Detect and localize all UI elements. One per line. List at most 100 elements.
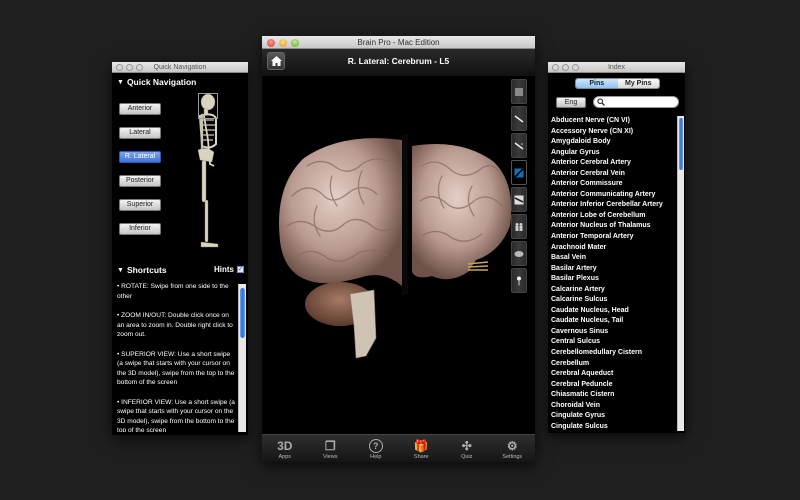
- disclosure-triangle-icon: ▼: [117, 266, 124, 274]
- slice-icon: [514, 195, 524, 205]
- view-title: R. Lateral: Cerebrum - L5: [347, 56, 450, 66]
- tool-button-pin[interactable]: [511, 268, 527, 293]
- language-button[interactable]: Eng: [556, 97, 586, 108]
- zoom-button[interactable]: [572, 64, 579, 71]
- index-list-item[interactable]: Basilar Artery: [551, 264, 677, 275]
- tab-label: Views: [322, 454, 338, 460]
- gift-icon: 🎁: [413, 438, 429, 453]
- view-button-superior[interactable]: Superior: [119, 199, 161, 211]
- brainstem[interactable]: [349, 289, 377, 359]
- index-list-item[interactable]: Cavernous Sinus: [551, 327, 677, 338]
- main-titlebar[interactable]: Brain Pro - Mac Edition: [262, 36, 535, 49]
- index-scrollbar[interactable]: [677, 116, 684, 431]
- tab-label: Settings: [502, 454, 523, 460]
- tool-button-brain[interactable]: [511, 241, 527, 266]
- tab-quiz[interactable]: ✣ Quiz: [447, 437, 487, 461]
- shortcuts-scrollbar[interactable]: [238, 284, 246, 432]
- view-button-lateral[interactable]: Lateral: [119, 127, 161, 139]
- hints-toggle[interactable]: Hints ✓: [214, 265, 244, 274]
- tab-settings[interactable]: ⚙ Settings: [492, 437, 532, 461]
- scrollbar-thumb[interactable]: [679, 118, 683, 170]
- brain-pro-main-window: Brain Pro - Mac Edition R. Lateral: Cere…: [262, 36, 535, 462]
- gear-icon: ⚙: [506, 438, 518, 453]
- view-button-anterior[interactable]: Anterior: [119, 103, 161, 115]
- index-titlebar[interactable]: Index: [548, 62, 685, 73]
- tool-button-scalpel[interactable]: [511, 106, 527, 131]
- minimize-button[interactable]: [279, 39, 287, 47]
- index-list-item[interactable]: Caudate Nucleus, Head: [551, 306, 677, 317]
- index-list-item[interactable]: Angular Gyrus: [551, 148, 677, 159]
- tab-help[interactable]: ? Help: [356, 437, 396, 460]
- tab-my-pins[interactable]: My Pins: [617, 79, 659, 88]
- tab-pins[interactable]: Pins: [576, 79, 618, 88]
- close-button[interactable]: [116, 64, 123, 71]
- index-list-item[interactable]: Anterior Cerebral Vein: [551, 169, 677, 180]
- tab-apps[interactable]: 3D Apps: [265, 437, 305, 461]
- index-list-item[interactable]: Anterior Nucleus of Thalamus: [551, 221, 677, 232]
- tool-button-scalpel-alt[interactable]: [511, 133, 527, 158]
- index-list-item[interactable]: Anterior Temporal Artery: [551, 232, 677, 243]
- quick-navigation-window: Quick Navigation ▼ Quick Navigation Ante…: [112, 62, 248, 435]
- index-list-item[interactable]: Anterior Cerebral Artery: [551, 158, 677, 169]
- index-list-item[interactable]: Cerebellum: [551, 359, 677, 370]
- index-list-item[interactable]: Cingulate Gyrus: [551, 411, 677, 422]
- close-button[interactable]: [552, 64, 559, 71]
- index-list-item[interactable]: Anterior Commissure: [551, 179, 677, 190]
- bottom-tab-bar: 3D Apps ❐ Views? Help 🎁 Share ✣ Quiz ⚙ Settings: [262, 434, 535, 462]
- view-button-posterior[interactable]: Posterior: [119, 175, 161, 187]
- main-header: R. Lateral: Cerebrum - L5: [262, 49, 535, 76]
- index-list-item[interactable]: Calcarine Sulcus: [551, 295, 677, 306]
- index-list-item[interactable]: Amygdaloid Body: [551, 137, 677, 148]
- tab-views[interactable]: ❐ Views: [310, 437, 350, 461]
- index-list-item[interactable]: Abducent Nerve (CN VI): [551, 116, 677, 127]
- tool-button-square[interactable]: [511, 79, 527, 104]
- search-field[interactable]: [593, 96, 679, 108]
- index-list-item[interactable]: Anterior Lobe of Cerebellum: [551, 211, 677, 222]
- index-list-item[interactable]: Accessory Nerve (CN XI): [551, 127, 677, 138]
- cerebrum-posterior[interactable]: [412, 144, 512, 280]
- tool-button-people[interactable]: [511, 214, 527, 239]
- index-list-item[interactable]: Cingulate Sulcus: [551, 422, 677, 431]
- minimize-button[interactable]: [126, 64, 133, 71]
- shortcuts-header[interactable]: ▼ Shortcuts: [117, 265, 167, 275]
- tab-label: Help: [370, 454, 382, 460]
- tab-share[interactable]: 🎁 Share: [401, 437, 441, 461]
- search-input[interactable]: [607, 98, 677, 106]
- hints-label: Hints: [214, 265, 234, 274]
- zoom-button[interactable]: [136, 64, 143, 71]
- disclosure-triangle-icon: ▼: [117, 78, 124, 86]
- index-list-item[interactable]: Basal Vein: [551, 253, 677, 264]
- shortcuts-list: • ROTATE: Swipe from one side to the oth…: [117, 282, 235, 432]
- index-list-item[interactable]: Anterior Communicating Artery: [551, 190, 677, 201]
- zoom-button[interactable]: [291, 39, 299, 47]
- index-list-item[interactable]: Basilar Plexus: [551, 274, 677, 285]
- search-icon: [597, 98, 605, 106]
- index-list-item[interactable]: Caudate Nucleus, Tail: [551, 316, 677, 327]
- quick-navigation-header[interactable]: ▼ Quick Navigation: [117, 77, 196, 87]
- quick-navigation-titlebar[interactable]: Quick Navigation: [112, 62, 248, 73]
- scrollbar-thumb[interactable]: [240, 288, 245, 338]
- brain-icon: [514, 250, 524, 258]
- hints-checkbox[interactable]: ✓: [237, 266, 244, 273]
- index-list-item[interactable]: Calcarine Artery: [551, 285, 677, 296]
- index-list-item[interactable]: Cerebral Peduncle: [551, 380, 677, 391]
- tab-label: Share: [413, 454, 429, 460]
- slice-active-icon: [514, 167, 524, 178]
- view-button-r-lateral[interactable]: R. Lateral: [119, 151, 161, 163]
- tool-button-slice[interactable]: [511, 187, 527, 212]
- shortcut-item: • ZOOM IN/OUT: Double click once on an a…: [117, 312, 233, 338]
- index-list-item[interactable]: Chiasmatic Cistern: [551, 390, 677, 401]
- index-list-item[interactable]: Central Sulcus: [551, 337, 677, 348]
- brain-model[interactable]: [262, 76, 535, 434]
- views-icon: ❐: [324, 438, 336, 453]
- minimize-button[interactable]: [562, 64, 569, 71]
- 3d-viewport[interactable]: [262, 76, 535, 434]
- view-button-inferior[interactable]: Inferior: [119, 223, 161, 235]
- index-list-item[interactable]: Cerebral Aqueduct: [551, 369, 677, 380]
- index-list-item[interactable]: Arachnoid Mater: [551, 243, 677, 254]
- tool-button-slice-active[interactable]: [511, 160, 527, 185]
- close-button[interactable]: [267, 39, 275, 47]
- index-list-item[interactable]: Choroidal Vein: [551, 401, 677, 412]
- index-list-item[interactable]: Anterior Inferior Cerebellar Artery: [551, 200, 677, 211]
- index-list-item[interactable]: Cerebellomedullary Cistern: [551, 348, 677, 359]
